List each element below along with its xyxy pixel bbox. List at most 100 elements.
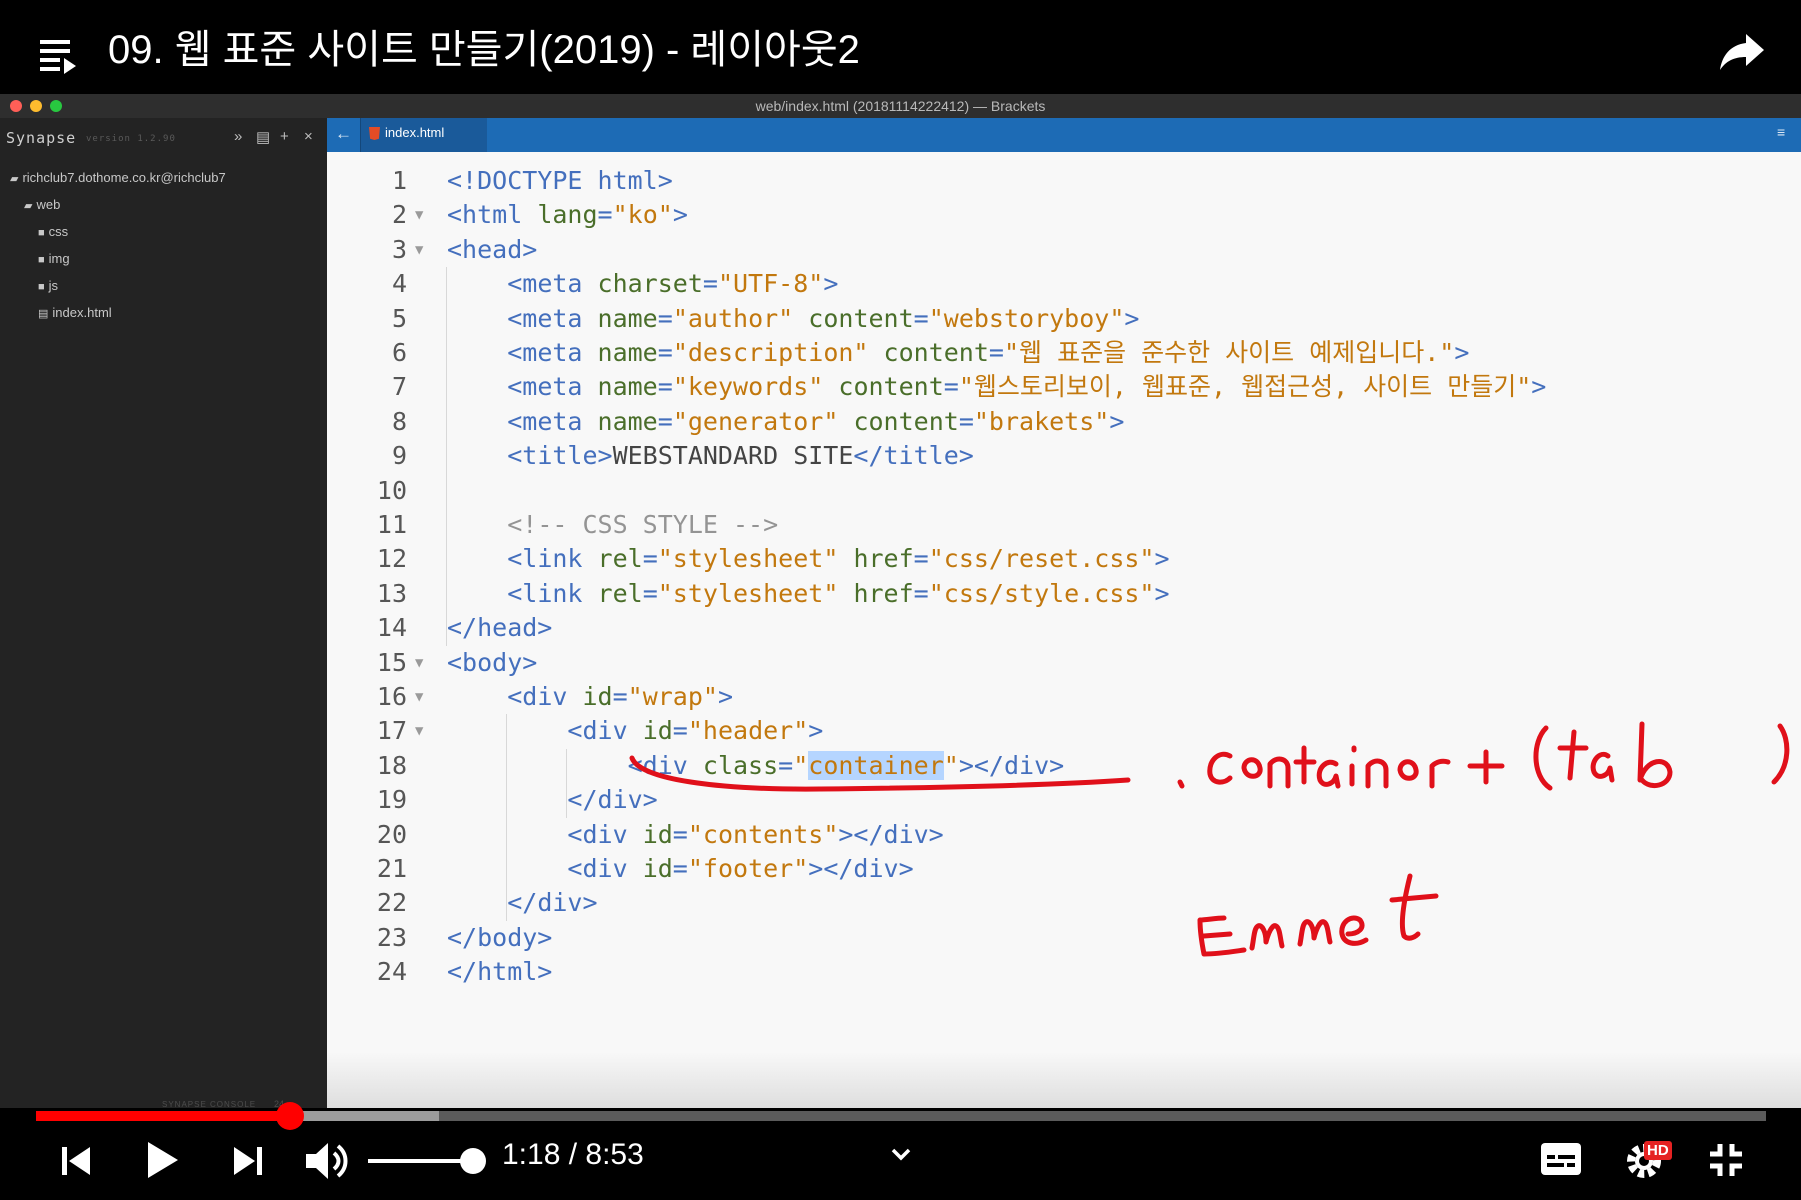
share-icon[interactable] (1718, 30, 1766, 74)
time-display: 1:18 / 8:53 (502, 1138, 644, 1171)
line-number: 5 (391, 303, 407, 333)
code-line[interactable]: 23 </body> (327, 921, 1801, 955)
chevron-down-icon[interactable] (890, 1146, 912, 1162)
code-editor[interactable]: 1 <!DOCTYPE html> 2 ▼ <html lang="ko"> 3 ▼ <hea… (327, 152, 1801, 1108)
video-title[interactable]: 09. 웹 표준 사이트 만들기(2019) - 레이아웃2 (108, 22, 860, 78)
code-text: </head> (447, 613, 553, 643)
tree-item-label: index.html (52, 305, 112, 320)
previous-icon[interactable] (60, 1144, 92, 1178)
tree-item[interactable]: ■ js (38, 278, 58, 293)
tab-label: index.html (385, 125, 445, 140)
playlist-icon[interactable] (40, 36, 80, 76)
fold-arrow-icon[interactable]: ▼ (415, 680, 423, 714)
folder-open-icon: ▰ (10, 173, 19, 185)
code-line[interactable]: 20 <div id="contents"></div> (327, 818, 1801, 852)
code-line[interactable]: 21 <div id="footer"></div> (327, 852, 1801, 886)
tree-item-label: css (48, 224, 69, 239)
code-text: <!DOCTYPE html> (447, 166, 673, 195)
folder-open-icon: ▰ (24, 200, 33, 212)
collapse-icon[interactable]: » (234, 128, 242, 145)
code-text: <div id="header"> (567, 716, 824, 746)
tree-item[interactable]: ▰ richclub7.dothome.co.kr@richclub7 (10, 170, 226, 185)
code-line[interactable]: 24 </html> (327, 955, 1801, 989)
line-number: 15 (376, 647, 407, 677)
fold-arrow-icon[interactable]: ▼ (415, 233, 423, 267)
window-title: web/index.html (20181114222412) — Bracke… (755, 98, 1046, 114)
code-line[interactable]: 11 <!-- CSS STYLE --> (327, 508, 1801, 542)
code-line[interactable]: 19 </div> (327, 783, 1801, 817)
editor-fade (327, 1052, 1801, 1108)
line-number: 20 (376, 819, 407, 849)
code-line[interactable]: 16 ▼ <div id="wrap"> (327, 680, 1801, 714)
code-text: <head> (447, 234, 538, 264)
line-number: 22 (376, 888, 407, 918)
add-server-icon[interactable]: + (280, 128, 289, 145)
code-line[interactable]: 17 ▼ <div id="header"> (327, 714, 1801, 748)
line-number: 18 (376, 750, 407, 780)
tree-item[interactable]: ■ img (38, 251, 70, 266)
code-text: </html> (447, 957, 553, 987)
tab-index-html[interactable]: index.html (360, 118, 487, 152)
code-line[interactable]: 15 ▼ <body> (327, 646, 1801, 680)
code-text: <!-- CSS STYLE --> (507, 510, 779, 539)
fold-arrow-icon[interactable]: ▼ (415, 646, 423, 680)
code-line[interactable]: 2 ▼ <html lang="ko"> (327, 198, 1801, 232)
folder-icon: ■ (38, 281, 45, 293)
code-line[interactable]: 6 <meta name="description" content="웹 표준… (327, 336, 1801, 370)
line-number: 6 (391, 338, 407, 367)
code-line[interactable]: 13 <link rel="stylesheet" href="css/styl… (327, 577, 1801, 611)
video-controls: 1:18 / 8:53 HD (0, 1102, 1801, 1200)
code-line[interactable]: 7 <meta name="keywords" content="웹스토리보이,… (327, 370, 1801, 404)
progress-scrubber[interactable] (276, 1102, 305, 1130)
folder-icon: ■ (38, 254, 45, 266)
code-text: <meta name="author" content="webstoryboy… (507, 303, 1140, 333)
indent-guide (446, 267, 447, 646)
volume-slider[interactable] (368, 1159, 472, 1163)
folder-icon: ■ (38, 227, 45, 239)
code-line[interactable]: 22 </div> (327, 886, 1801, 920)
code-line[interactable]: 5 <meta name="author" content="webstoryb… (327, 302, 1801, 336)
fold-arrow-icon[interactable]: ▼ (415, 714, 423, 748)
code-text: <div id="wrap"> (507, 682, 734, 711)
code-area[interactable]: 1 <!DOCTYPE html> 2 ▼ <html lang="ko"> 3 ▼ <hea… (327, 152, 1801, 1062)
tree-item[interactable]: ■ css (38, 224, 68, 239)
progress-played (36, 1111, 291, 1121)
next-icon[interactable] (232, 1144, 264, 1178)
play-icon[interactable] (146, 1140, 180, 1180)
synapse-header: Synapse version 1.2.90 » ▤ + × (0, 118, 327, 158)
tree-item[interactable]: ▤ index.html (38, 305, 112, 320)
code-line[interactable]: 18 <div class="container"></div> (327, 749, 1801, 783)
code-line[interactable]: 10 (327, 474, 1801, 508)
volume-knob[interactable] (460, 1148, 486, 1174)
code-line[interactable]: 3 ▼ <head> (327, 233, 1801, 267)
code-text: <meta name="description" content="웹 표준을 … (507, 338, 1470, 367)
line-number: 14 (376, 613, 407, 643)
tab-menu-icon[interactable]: ≡ (1777, 124, 1785, 140)
code-text: <body> (447, 647, 538, 677)
video-top-bar: 09. 웹 표준 사이트 만들기(2019) - 레이아웃2 (0, 0, 1801, 94)
line-number: 23 (376, 922, 407, 952)
indent-guide (506, 714, 507, 921)
line-number: 8 (391, 406, 407, 436)
editor-window: web/index.html (20181114222412) — Bracke… (0, 94, 1801, 1109)
code-text: <title>WEBSTANDARD SITE</title> (507, 441, 974, 471)
code-line[interactable]: 4 <meta charset="UTF-8"> (327, 267, 1801, 301)
code-line[interactable]: 12 <link rel="stylesheet" href="css/rese… (327, 542, 1801, 576)
close-panel-icon[interactable]: × (304, 128, 313, 145)
tree-item-label: js (48, 278, 59, 293)
subtitles-icon[interactable] (1540, 1142, 1582, 1176)
code-line[interactable]: 14 </head> (327, 611, 1801, 645)
line-number: 3 (391, 234, 407, 264)
line-number: 13 (376, 578, 407, 608)
back-arrow-icon[interactable]: ← (335, 124, 352, 144)
volume-icon[interactable] (304, 1140, 350, 1182)
server-list-icon[interactable]: ▤ (256, 128, 270, 146)
line-number: 24 (376, 957, 407, 987)
fold-arrow-icon[interactable]: ▼ (415, 198, 423, 232)
exit-fullscreen-icon[interactable] (1708, 1142, 1744, 1178)
code-line[interactable]: 8 <meta name="generator" content="braket… (327, 405, 1801, 439)
code-line[interactable]: 1 <!DOCTYPE html> (327, 164, 1801, 198)
tree-item-label: web (36, 197, 61, 212)
tree-item[interactable]: ▰ web (24, 197, 60, 212)
code-line[interactable]: 9 <title>WEBSTANDARD SITE</title> (327, 439, 1801, 473)
